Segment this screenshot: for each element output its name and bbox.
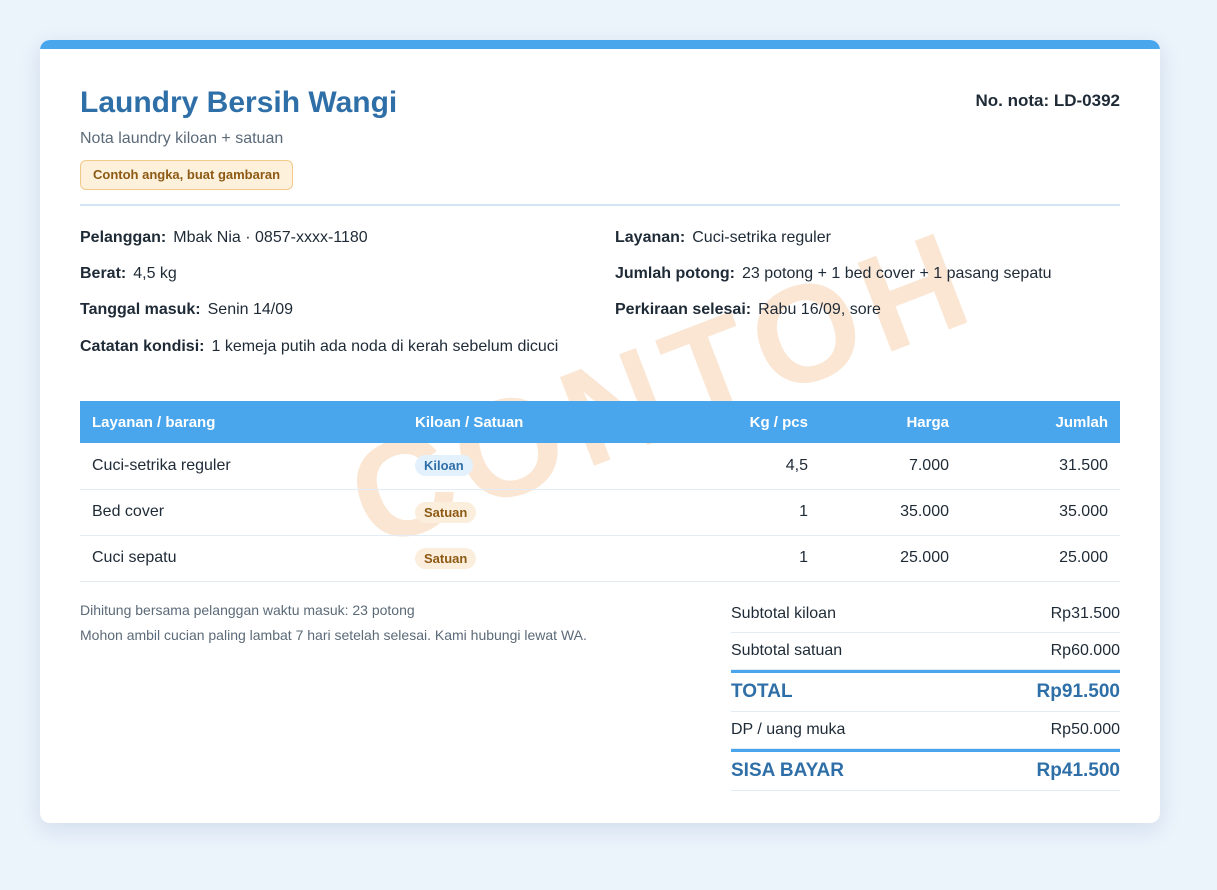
type-badge: Satuan: [415, 547, 477, 569]
table-row: Cuci-setrika reguler Kiloan 4,5 7.000 31…: [80, 443, 1120, 490]
service-value: Cuci-setrika reguler: [692, 229, 831, 246]
condition-value: 1 kemeja putih ada noda di kerah sebelum…: [211, 338, 559, 355]
pieces-label: Jumlah potong:: [615, 265, 735, 282]
eta-label: Perkiraan selesai:: [615, 301, 752, 318]
note-pickup: Mohon ambil cucian paling lambat 7 hari …: [80, 627, 587, 643]
pieces-value: 23 potong + 1 bed cover + 1 pasang sepat…: [741, 265, 1052, 282]
row-amount: 25.000: [961, 535, 1120, 582]
total-row: TOTAL Rp91.500: [731, 670, 1120, 712]
weight-label: Berat:: [80, 265, 127, 282]
dp-label: DP / uang muka: [731, 721, 846, 738]
info-eta: Perkiraan selesai: Rabu 16/09, sore: [615, 297, 881, 323]
subtotal-kiloan-row: Subtotal kiloan Rp31.500: [731, 596, 1120, 633]
subtotal-kiloan-value: Rp31.500: [1050, 605, 1120, 622]
table-header-row: Layanan / barang Kiloan / Satuan Kg / pc…: [80, 401, 1120, 443]
info-pieces: Jumlah potong: 23 potong + 1 bed cover +…: [615, 261, 1052, 287]
row-price: 35.000: [820, 489, 961, 536]
remaining-row: SISA BAYAR Rp41.500: [731, 749, 1120, 791]
receipt-content: CONTOH Laundry Bersih Wangi Nota laundry…: [80, 40, 1120, 823]
weight-value: 4,5 kg: [133, 265, 177, 282]
row-amount: 35.000: [961, 489, 1120, 536]
header-divider: [80, 204, 1120, 206]
info-weight: Berat: 4,5 kg: [80, 261, 177, 287]
receipt-card: CONTOH Laundry Bersih Wangi Nota laundry…: [40, 40, 1160, 823]
total-value: Rp91.500: [1036, 681, 1120, 702]
subtotal-satuan-label: Subtotal satuan: [731, 642, 843, 659]
row-type-cell: Satuan: [403, 489, 638, 536]
subtotal-kiloan-label: Subtotal kiloan: [731, 605, 836, 622]
type-badge: Kiloan: [415, 455, 473, 477]
info-service: Layanan: Cuci-setrika reguler: [615, 225, 831, 251]
col-header-item: Layanan / barang: [92, 413, 216, 431]
receipt-subtitle: Nota laundry kiloan + satuan: [80, 130, 284, 147]
condition-label: Catatan kondisi:: [80, 338, 205, 355]
col-header-price: Harga: [906, 413, 949, 431]
row-qty: 4,5: [638, 443, 820, 490]
type-badge: Satuan: [415, 501, 477, 523]
info-date-in: Tanggal masuk: Senin 14/09: [80, 297, 293, 323]
row-item: Cuci-setrika reguler: [80, 443, 403, 490]
subtotal-satuan-value: Rp60.000: [1050, 642, 1120, 659]
totals-summary: Subtotal kiloan Rp31.500 Subtotal satuan…: [731, 596, 1120, 791]
date-in-label: Tanggal masuk:: [80, 301, 201, 318]
note-counted: Dihitung bersama pelanggan waktu masuk: …: [80, 602, 415, 618]
row-type-cell: Satuan: [403, 535, 638, 582]
col-header-amount: Jumlah: [1055, 413, 1108, 431]
items-table: Layanan / barang Kiloan / Satuan Kg / pc…: [80, 401, 1120, 582]
remaining-label: SISA BAYAR: [731, 760, 844, 781]
date-in-value: Senin 14/09: [207, 301, 294, 318]
shop-name: Laundry Bersih Wangi: [80, 86, 398, 119]
dp-value: Rp50.000: [1050, 721, 1120, 738]
table-row: Bed cover Satuan 1 35.000 35.000: [80, 489, 1120, 536]
customer-label: Pelanggan:: [80, 229, 167, 246]
nota-number: No. nota: LD-0392: [975, 91, 1120, 110]
example-badge: Contoh angka, buat gambaran: [80, 160, 294, 190]
table-row: Cuci sepatu Satuan 1 25.000 25.000: [80, 535, 1120, 582]
remaining-value: Rp41.500: [1036, 760, 1120, 781]
row-item: Bed cover: [80, 489, 403, 536]
subtotal-satuan-row: Subtotal satuan Rp60.000: [731, 633, 1120, 670]
customer-value: Mbak Nia · 0857-xxxx-1180: [173, 229, 368, 246]
service-label: Layanan:: [615, 229, 686, 246]
dp-row: DP / uang muka Rp50.000: [731, 712, 1120, 749]
info-customer: Pelanggan: Mbak Nia · 0857-xxxx-1180: [80, 225, 368, 251]
col-header-qty: Kg / pcs: [749, 413, 808, 431]
row-type-cell: Kiloan: [403, 443, 638, 490]
row-qty: 1: [638, 489, 820, 536]
total-label: TOTAL: [731, 681, 793, 702]
row-qty: 1: [638, 535, 820, 582]
row-price: 7.000: [820, 443, 961, 490]
row-item: Cuci sepatu: [80, 535, 403, 582]
info-condition: Catatan kondisi: 1 kemeja putih ada noda…: [80, 334, 580, 360]
row-price: 25.000: [820, 535, 961, 582]
col-header-type: Kiloan / Satuan: [415, 413, 524, 431]
eta-value: Rabu 16/09, sore: [758, 301, 881, 318]
row-amount: 31.500: [961, 443, 1120, 490]
